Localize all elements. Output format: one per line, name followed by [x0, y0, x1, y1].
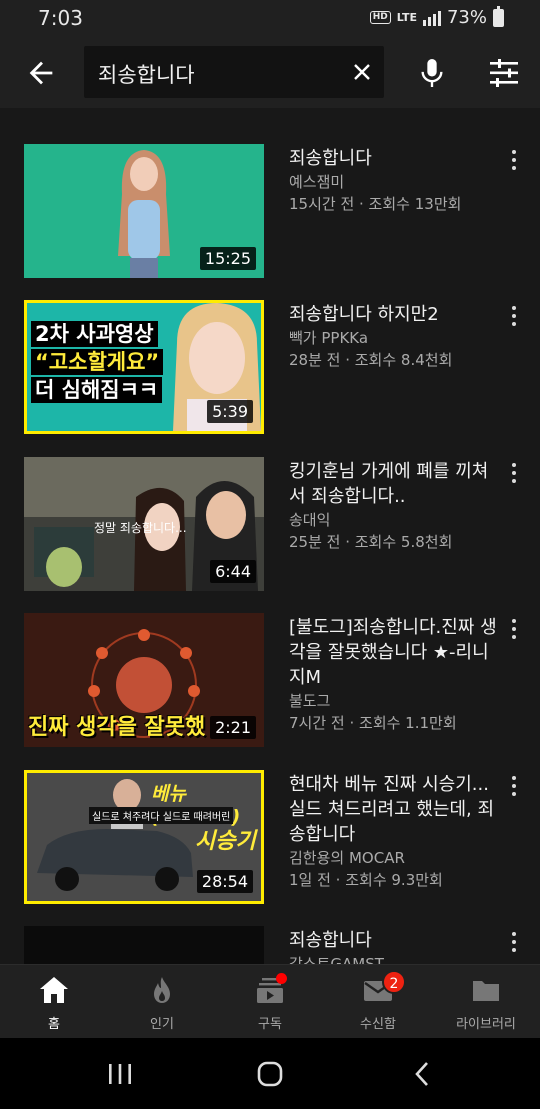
- new-content-dot: [276, 973, 287, 984]
- home-icon: [40, 977, 68, 1003]
- video-title[interactable]: [불도그]죄송합니다.진짜 생각을 잘못했습니다 ★-리니지M: [289, 615, 499, 690]
- clear-icon[interactable]: [350, 60, 374, 84]
- video-info: 죄송합니다 하지만2 빽가 PPKKa 28분 전 · 조회수 8.4천회: [289, 302, 499, 371]
- video-thumbnail[interactable]: 2차 사과영상 “고소할게요” 더 심해짐ㅋㅋ 5:39: [24, 300, 264, 434]
- nav-library[interactable]: 라이브러리: [432, 965, 540, 1039]
- video-result[interactable]: 진짜 생각을 잘못했 2:21 [불도그]죄송합니다.진짜 생각을 잘못했습니다…: [0, 613, 540, 747]
- video-result[interactable]: 15:25 죄송합니다 예스잼미 15시간 전 · 조회수 13만회: [0, 144, 540, 278]
- video-info: 죄송합니다 감스트GAMST: [289, 928, 499, 964]
- more-options-icon[interactable]: [506, 148, 522, 174]
- video-info: 킹기훈님 가게에 폐를 끼쳐서 죄송합니다.. 송대익 25분 전 · 조회수 …: [289, 459, 499, 553]
- more-options-icon[interactable]: [506, 930, 522, 956]
- clock: 7:03: [38, 6, 83, 30]
- duration-badge: 6:44: [210, 560, 256, 583]
- video-result[interactable]: 2차 사과영상 “고소할게요” 더 심해짐ㅋㅋ 5:39 죄송합니다 하지만2 …: [0, 300, 540, 434]
- trending-flame-icon: [154, 977, 170, 1003]
- video-meta: 7시간 전 · 조회수 1.1만회: [289, 714, 457, 732]
- duration-badge: 2:21: [210, 716, 256, 739]
- recent-apps-icon[interactable]: [106, 1062, 134, 1086]
- channel-name[interactable]: 감스트GAMST: [289, 953, 499, 964]
- video-title[interactable]: 현대차 베뉴 진짜 시승기...실드 쳐드리려고 했는데, 죄송합니다: [289, 772, 499, 847]
- thumb-caption: 실드로 쳐주려다 실드로 때려버린: [89, 807, 234, 824]
- video-info: 죄송합니다 예스잼미 15시간 전 · 조회수 13만회: [289, 146, 499, 215]
- thumb-caption: 2차 사과영상: [31, 321, 158, 347]
- back-arrow-icon[interactable]: [24, 56, 58, 90]
- search-input[interactable]: 죄송합니다: [84, 46, 384, 98]
- channel-name[interactable]: 예스잼미: [289, 171, 499, 193]
- video-thumbnail[interactable]: [24, 926, 264, 964]
- more-options-icon[interactable]: [506, 304, 522, 330]
- video-thumbnail[interactable]: 진짜 생각을 잘못했 2:21: [24, 613, 264, 747]
- video-meta: 25분 전 · 조회수 5.8천회: [289, 533, 453, 551]
- video-meta: 1일 전 · 조회수 9.3만회: [289, 871, 443, 889]
- nav-label: 구독: [258, 1017, 282, 1032]
- status-bar: 7:03 HD LTE 73%: [0, 0, 540, 36]
- video-title[interactable]: 죄송합니다: [289, 146, 499, 171]
- nav-label: 홈: [48, 1017, 60, 1032]
- lte-icon: LTE: [396, 10, 417, 24]
- video-result[interactable]: 정말 죄송합니다... 6:44 킹기훈님 가게에 폐를 끼쳐서 죄송합니다..…: [0, 457, 540, 591]
- channel-name[interactable]: 송대익: [289, 509, 499, 531]
- thumb-caption: “고소할게요”: [31, 349, 164, 375]
- video-info: 현대차 베뉴 진짜 시승기...실드 쳐드리려고 했는데, 죄송합니다 김한용의…: [289, 772, 499, 891]
- video-result[interactable]: 베뉴(VENUE) 실드로 쳐주려다 실드로 때려버린 시승기 28:54 현대…: [0, 770, 540, 904]
- nav-inbox[interactable]: 2 수신함: [324, 965, 432, 1039]
- filter-icon[interactable]: [488, 58, 520, 88]
- hd-voice-icon: HD: [369, 11, 391, 24]
- video-meta: 28분 전 · 조회수 8.4천회: [289, 351, 453, 369]
- duration-badge: 5:39: [207, 400, 253, 423]
- video-title[interactable]: 죄송합니다: [289, 928, 499, 953]
- nav-subscriptions[interactable]: 구독: [216, 965, 324, 1039]
- search-query[interactable]: 죄송합니다: [98, 59, 195, 89]
- library-folder-icon: [473, 981, 499, 1001]
- video-title[interactable]: 킹기훈님 가게에 폐를 끼쳐서 죄송합니다..: [289, 459, 499, 509]
- video-info: [불도그]죄송합니다.진짜 생각을 잘못했습니다 ★-리니지M 불도그 7시간 …: [289, 615, 499, 734]
- mic-icon[interactable]: [418, 56, 446, 90]
- thumb-caption: 진짜 생각을 잘못했: [28, 715, 206, 740]
- video-thumbnail[interactable]: 15:25: [24, 144, 264, 278]
- channel-name[interactable]: 불도그: [289, 690, 499, 712]
- nav-home[interactable]: 홈: [0, 965, 108, 1039]
- video-thumbnail[interactable]: 정말 죄송합니다... 6:44: [24, 457, 264, 591]
- video-title[interactable]: 죄송합니다 하지만2: [289, 302, 499, 327]
- video-thumbnail[interactable]: 베뉴(VENUE) 실드로 쳐주려다 실드로 때려버린 시승기 28:54: [24, 770, 264, 904]
- thumb-caption: 정말 죄송합니다...: [94, 521, 187, 535]
- channel-name[interactable]: 김한용의 MOCAR: [289, 847, 499, 869]
- notification-badge: 2: [382, 970, 406, 994]
- search-results-list: 15:25 죄송합니다 예스잼미 15시간 전 · 조회수 13만회 2차 사과…: [0, 108, 540, 964]
- back-chevron-icon[interactable]: [410, 1060, 434, 1088]
- thumb-caption: 더 심해짐ㅋㅋ: [31, 377, 163, 403]
- nav-label: 라이브러리: [456, 1017, 516, 1032]
- video-result[interactable]: 죄송합니다 감스트GAMST: [0, 926, 540, 964]
- signal-icon: [422, 10, 441, 26]
- more-options-icon[interactable]: [506, 617, 522, 643]
- channel-name[interactable]: 빽가 PPKKa: [289, 327, 499, 349]
- system-navigation-bar: [0, 1038, 540, 1109]
- more-options-icon[interactable]: [506, 774, 522, 800]
- battery-icon: [493, 5, 504, 27]
- battery-percent: 73%: [446, 7, 487, 28]
- more-options-icon[interactable]: [506, 461, 522, 487]
- duration-badge: 28:54: [196, 870, 253, 893]
- nav-label: 수신함: [360, 1017, 396, 1032]
- bottom-navigation: 홈 인기 구독 2 수신함 라이브러리: [0, 964, 540, 1038]
- video-meta: 15시간 전 · 조회수 13만회: [289, 195, 462, 213]
- nav-label: 인기: [150, 1017, 174, 1032]
- nav-trending[interactable]: 인기: [108, 965, 216, 1039]
- home-circle-icon[interactable]: [256, 1060, 284, 1088]
- status-icons: HD LTE 73%: [369, 5, 504, 28]
- duration-badge: 15:25: [199, 247, 256, 270]
- thumb-caption: 시승기: [195, 829, 256, 854]
- search-header: 죄송합니다: [0, 36, 540, 108]
